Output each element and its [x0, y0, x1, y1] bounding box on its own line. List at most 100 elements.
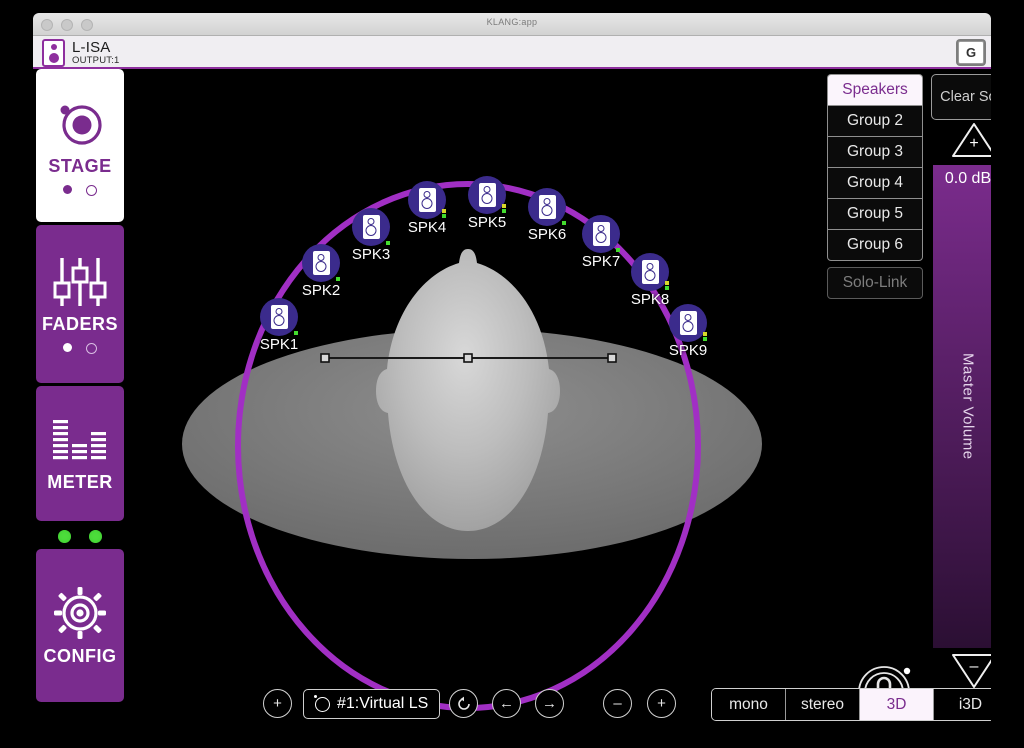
- status-indicators: [36, 524, 124, 549]
- bottom-toolbar: + #1:Virtual LS ← → – +: [217, 680, 991, 723]
- speaker-meter-spk7: [616, 241, 620, 252]
- sidebar-item-meter[interactable]: METER: [36, 386, 124, 521]
- speaker-node-spk9[interactable]: [669, 304, 707, 342]
- app-window: KLANG:app L-ISA OUTPUT:1 G: [33, 13, 991, 723]
- faders-dots: [63, 343, 97, 354]
- mode-i3d[interactable]: i3D: [934, 689, 991, 720]
- speaker-meter-spk8: [665, 279, 669, 290]
- axis-handle-center: [464, 354, 472, 362]
- speaker-label: SPK3: [338, 246, 404, 263]
- brand-name: L-ISA: [72, 40, 120, 55]
- group-item-5[interactable]: Group 5: [827, 198, 923, 229]
- speaker-cabinet-icon: [593, 222, 610, 246]
- speaker-meter-spk3: [386, 234, 390, 245]
- green-dot-2: [89, 530, 102, 543]
- group-selector: Speakers Group 2 Group 3 Group 4 Group 5…: [827, 74, 923, 299]
- sidebar-item-faders[interactable]: FADERS: [36, 225, 124, 383]
- reset-button[interactable]: [449, 689, 478, 718]
- speaker-label: SPK4: [394, 219, 460, 236]
- speaker-cabinet-icon: [642, 260, 659, 284]
- sidebar: STAGE: [36, 69, 124, 705]
- speaker-meter-spk2: [336, 270, 340, 281]
- speaker-cabinet-icon: [479, 183, 496, 207]
- speaker-label: SPK2: [288, 282, 354, 299]
- window-titlebar: KLANG:app: [33, 13, 991, 36]
- speaker-meter-spk4: [442, 207, 446, 218]
- group-item-2[interactable]: Group 2: [827, 105, 923, 136]
- speaker-meter-spk6: [562, 214, 566, 225]
- clear-solo-button[interactable]: Clear Solo: [931, 74, 991, 120]
- group-item-3[interactable]: Group 3: [827, 136, 923, 167]
- group-item-4[interactable]: Group 4: [827, 167, 923, 198]
- speaker-node-spk8[interactable]: [631, 253, 669, 291]
- speaker-node-spk6[interactable]: [528, 188, 566, 226]
- axis-handle-right: [608, 354, 616, 362]
- speaker-cabinet-icon: [539, 195, 556, 219]
- next-button[interactable]: →: [535, 689, 564, 718]
- speaker-cabinet-icon: [42, 39, 65, 67]
- master-volume-up-label: +: [969, 135, 978, 153]
- orbit-icon: [315, 697, 330, 712]
- speaker-cabinet-icon: [313, 251, 330, 275]
- speaker-node-spk2[interactable]: [302, 244, 340, 282]
- sidebar-item-stage[interactable]: STAGE: [36, 69, 124, 222]
- stage-orbit-icon: [52, 96, 108, 152]
- speaker-meter-spk1: [294, 324, 298, 335]
- sidebar-item-label: FADERS: [42, 314, 118, 335]
- app-header: L-ISA OUTPUT:1 G: [33, 36, 991, 69]
- speaker-node-spk4[interactable]: [408, 181, 446, 219]
- source-selector[interactable]: #1:Virtual LS: [303, 689, 440, 719]
- mode-3d[interactable]: 3D: [860, 689, 934, 720]
- solo-link-button[interactable]: Solo-Link: [827, 267, 923, 299]
- speaker-cabinet-icon: [271, 305, 288, 329]
- speaker-node-spk1[interactable]: [260, 298, 298, 336]
- zoom-out-button[interactable]: –: [603, 689, 632, 718]
- speaker-cabinet-icon: [419, 188, 436, 212]
- speaker-label: SPK6: [514, 226, 580, 243]
- add-source-button[interactable]: +: [263, 689, 292, 718]
- mode-mono[interactable]: mono: [712, 689, 786, 720]
- speaker-meter-spk5: [502, 202, 506, 213]
- gear-icon: [51, 584, 109, 642]
- faders-dot-2[interactable]: [86, 343, 97, 354]
- output-label: OUTPUT:1: [72, 56, 120, 66]
- stage-canvas[interactable]: SPK1SPK2SPK3SPK4SPK5SPK6SPK7SPK8SPK9 Spe…: [125, 69, 991, 723]
- speaker-node-spk3[interactable]: [352, 208, 390, 246]
- group-item-speakers[interactable]: Speakers: [827, 74, 923, 105]
- zoom-in-button[interactable]: +: [647, 689, 676, 718]
- master-volume-label-wrap: Master Volume: [933, 165, 991, 648]
- speaker-cabinet-icon: [363, 215, 380, 239]
- master-volume-down-label: –: [970, 658, 979, 676]
- g-button[interactable]: G: [958, 41, 984, 64]
- speaker-node-spk7[interactable]: [582, 215, 620, 253]
- group-item-6[interactable]: Group 6: [827, 229, 923, 261]
- master-volume-up-button[interactable]: +: [951, 122, 991, 158]
- stage-dot-1[interactable]: [63, 185, 72, 194]
- prev-button[interactable]: ←: [492, 689, 521, 718]
- speaker-label: SPK9: [655, 342, 721, 359]
- mode-stereo[interactable]: stereo: [786, 689, 860, 720]
- app-body: STAGE: [33, 69, 991, 723]
- sidebar-item-label: METER: [47, 472, 113, 493]
- sidebar-item-config[interactable]: CONFIG: [36, 549, 124, 702]
- reset-icon: [456, 696, 472, 712]
- speaker-meter-spk9: [703, 330, 707, 341]
- master-volume-label: Master Volume: [960, 353, 977, 460]
- stage-dots: [63, 185, 97, 196]
- speaker-label: SPK7: [568, 253, 634, 270]
- sidebar-item-label: CONFIG: [44, 646, 117, 667]
- axis-handle-left: [321, 354, 329, 362]
- master-volume-fader[interactable]: 0.0 dB Master Volume: [933, 165, 991, 648]
- speaker-label: SPK8: [617, 291, 683, 308]
- app-root: KLANG:app L-ISA OUTPUT:1 G: [0, 0, 1024, 748]
- speaker-cabinet-icon: [680, 311, 697, 335]
- stage-dot-2[interactable]: [86, 185, 97, 196]
- green-dot-1: [58, 530, 71, 543]
- source-selector-label: #1:Virtual LS: [337, 695, 428, 713]
- brand: L-ISA OUTPUT:1: [42, 39, 120, 67]
- render-mode-selector: mono stereo 3D i3D: [711, 688, 991, 721]
- faders-dot-1[interactable]: [63, 343, 72, 352]
- meter-bars-icon: [49, 414, 111, 468]
- window-title: KLANG:app: [33, 17, 991, 27]
- speaker-node-spk5[interactable]: [468, 176, 506, 214]
